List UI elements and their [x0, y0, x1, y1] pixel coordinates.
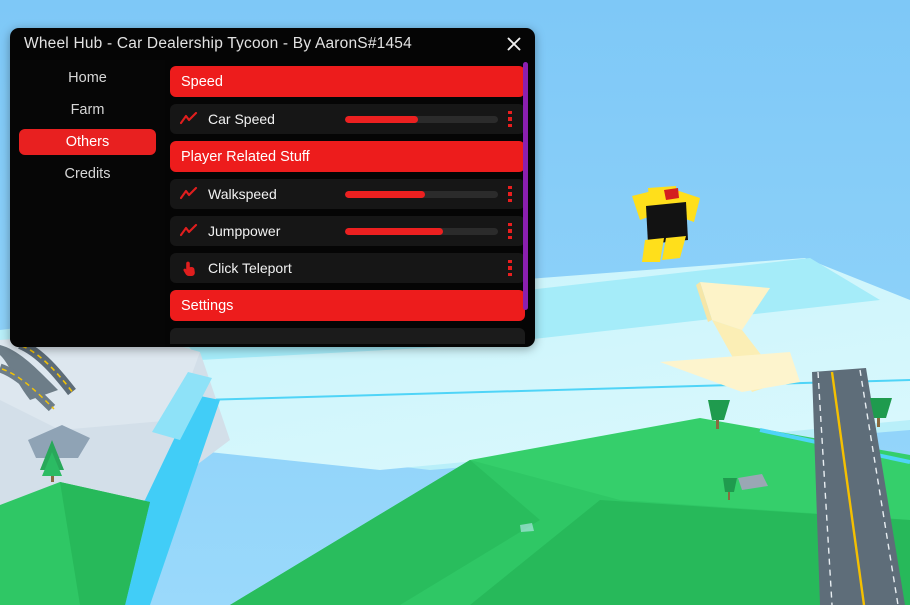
section-header-label: Settings	[181, 297, 234, 314]
slider-walkspeed[interactable]	[345, 190, 498, 198]
window-body: Home Farm Others Credits Speed Car Speed…	[10, 60, 535, 347]
section-header-label: Speed	[181, 73, 223, 90]
sidebar-item-label: Others	[65, 134, 110, 150]
option-row-car-speed[interactable]: Car Speed	[170, 104, 525, 134]
section-header-speed[interactable]: Speed	[170, 66, 525, 97]
slider-fill	[345, 115, 419, 123]
option-row-jumppower[interactable]: Jumppower	[170, 216, 525, 246]
option-label: Walkspeed	[208, 186, 277, 202]
vertical-scrollbar[interactable]	[523, 62, 528, 310]
option-label: Car Speed	[208, 111, 275, 127]
window-titlebar[interactable]: Wheel Hub - Car Dealership Tycoon - By A…	[10, 28, 535, 60]
option-label: Click Teleport	[208, 260, 292, 276]
slider-fill	[345, 190, 425, 198]
trending-up-icon	[179, 184, 199, 204]
kebab-menu-icon[interactable]	[502, 183, 518, 205]
option-label: Jumppower	[208, 223, 281, 239]
trending-up-icon	[179, 221, 199, 241]
close-icon[interactable]	[502, 32, 526, 56]
sidebar-item-credits[interactable]: Credits	[19, 161, 156, 187]
trending-up-icon	[179, 109, 199, 129]
section-header-label: Player Related Stuff	[181, 148, 310, 165]
sidebar-item-others[interactable]: Others	[19, 129, 156, 155]
kebab-menu-icon[interactable]	[502, 220, 518, 242]
slider-jumppower[interactable]	[345, 227, 498, 235]
option-row-walkspeed[interactable]: Walkspeed	[170, 179, 525, 209]
sidebar-item-label: Credits	[64, 166, 111, 182]
sidebar-item-home[interactable]: Home	[19, 65, 156, 91]
kebab-menu-icon[interactable]	[502, 108, 518, 130]
sidebar-item-label: Home	[68, 70, 107, 86]
sidebar: Home Farm Others Credits	[10, 60, 165, 347]
sidebar-item-farm[interactable]: Farm	[19, 97, 156, 123]
kebab-menu-icon[interactable]	[502, 257, 518, 279]
slider-fill	[345, 227, 443, 235]
section-header-settings[interactable]: Settings	[170, 290, 525, 321]
window-title: Wheel Hub - Car Dealership Tycoon - By A…	[24, 35, 412, 52]
pointing-hand-icon	[179, 258, 199, 278]
options-list: Speed Car Speed Player Related Stuff Wal…	[170, 66, 525, 344]
content-area: Speed Car Speed Player Related Stuff Wal…	[165, 60, 535, 347]
sidebar-item-label: Farm	[70, 102, 105, 118]
section-header-player-related-stuff[interactable]: Player Related Stuff	[170, 141, 525, 172]
option-row-clipped[interactable]	[170, 328, 525, 344]
wheel-hub-window[interactable]: Wheel Hub - Car Dealership Tycoon - By A…	[10, 28, 535, 347]
option-row-click-teleport[interactable]: Click Teleport	[170, 253, 525, 283]
slider-car-speed[interactable]	[345, 115, 498, 123]
